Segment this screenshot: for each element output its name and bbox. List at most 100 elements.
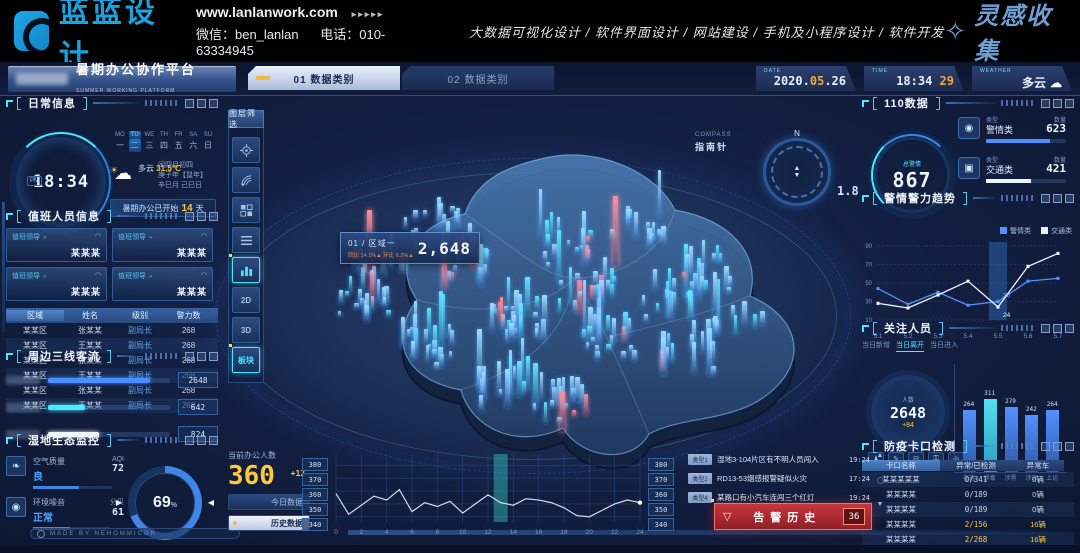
close-icon[interactable]: ◠	[201, 271, 207, 279]
layer-button-3D[interactable]: 3D	[232, 317, 260, 343]
follow-tab[interactable]: 当日新增	[862, 340, 890, 352]
alert-row[interactable]: 类型2RD13-53烟感报警疑似火灾17:24	[688, 471, 870, 486]
dots-decor	[1001, 325, 1035, 331]
layer-button-locate[interactable]	[232, 137, 260, 163]
close-icon[interactable]: ◠	[95, 232, 101, 240]
arrow-left-icon[interactable]: ▶	[116, 498, 122, 507]
data-bar	[338, 311, 341, 317]
table-row: 某某区张某某副局长268	[6, 323, 218, 338]
layer-button-list[interactable]	[232, 227, 260, 253]
duty-card[interactable]: 值班领导»◠某某某	[6, 228, 107, 262]
alert-type-badge: 类型4	[688, 492, 712, 503]
arrow-right-icon[interactable]: ◀	[208, 498, 214, 507]
scroll-down-icon[interactable]: ▼	[877, 501, 884, 508]
legend-item[interactable]: 警情类	[1000, 226, 1031, 236]
today-data-button[interactable]: 今日数据	[228, 494, 310, 510]
scroll-dot-icon[interactable]	[877, 477, 884, 484]
panel-header: 110数据	[862, 95, 1074, 111]
data-bar	[358, 289, 362, 304]
svg-text:2: 2	[360, 529, 364, 536]
panel-controls[interactable]	[185, 352, 218, 361]
signal-icon	[240, 174, 253, 187]
layer-button-signal[interactable]	[232, 167, 260, 193]
panel-controls[interactable]	[1041, 99, 1074, 108]
panel-controls[interactable]	[185, 99, 218, 108]
flow-bar	[48, 378, 150, 383]
count-value: 623	[1046, 122, 1066, 135]
data-bar	[700, 276, 704, 291]
history-data-button[interactable]: 历史数据	[228, 515, 310, 531]
data-bar	[479, 395, 483, 411]
platform-title: 暑期办公协作平台 SUMMER WORKING PLATFORM	[8, 66, 236, 92]
layer-button-grid[interactable]	[232, 197, 260, 223]
alert-history-banner[interactable]: ▽ 告警历史 36	[714, 503, 872, 530]
data-bar	[644, 314, 648, 322]
follow-tabs: 当日新增当日离开当日进入	[862, 340, 1074, 352]
follow-tab[interactable]: 当日离开	[896, 340, 924, 352]
svg-text:70: 70	[865, 263, 872, 269]
duty-role: 值班领导»◠	[12, 232, 101, 242]
close-icon[interactable]: ◠	[95, 271, 101, 279]
dots-decor	[1001, 100, 1035, 106]
weekday-en: FR	[173, 131, 185, 139]
compass[interactable]: N ▲▼	[763, 138, 831, 206]
dots-decor	[145, 100, 179, 106]
layer-button-chart[interactable]	[232, 257, 260, 283]
divider	[117, 355, 139, 357]
table-cell: 268	[164, 326, 213, 335]
inspiration-collect[interactable]: ✧ 灵感收集	[944, 0, 1062, 66]
data-bar	[550, 400, 554, 408]
data-bar	[582, 329, 586, 339]
map-3d-view[interactable]: 01 / 区域一 同比 14.1%▲ 环比 6.2%▲ 2,648 COMPAS…	[215, 92, 865, 512]
layer-button-2D[interactable]: 2D	[232, 287, 260, 313]
panel-header: 日常信息	[6, 95, 218, 111]
layer-button-板块[interactable]: 板块	[232, 347, 260, 373]
duty-card[interactable]: 值班领导»◠某某某	[6, 267, 107, 301]
data-bar	[525, 277, 530, 316]
duty-card[interactable]: 值班领导»◠某某某	[112, 228, 213, 262]
alert-row[interactable]: 类型1湿地3-104片区有不明人员闯入19:24	[688, 452, 870, 467]
data-bar	[454, 211, 457, 221]
chevron-right-icon: »	[149, 235, 152, 241]
count-value: 2648	[890, 404, 926, 422]
site-url[interactable]: www.lanlanwork.com	[196, 4, 338, 20]
follow-tab[interactable]: 当日进入	[930, 340, 958, 352]
duty-card[interactable]: 值班领导»◠某某某	[112, 267, 213, 301]
data-bar	[482, 372, 485, 388]
data-bar	[509, 323, 514, 340]
gate-table: 卡口名称异常/已检测异常车某某某某某0/3410辆某某某某0/1890辆某某某某…	[862, 458, 1074, 547]
data-bar	[569, 267, 573, 304]
alert-type-badge: 类型1	[688, 454, 712, 465]
panel-controls[interactable]	[185, 436, 218, 445]
svg-text:50: 50	[865, 281, 872, 287]
tab-data-category-1[interactable]: 01 数据类别	[248, 66, 400, 90]
panel-controls[interactable]	[1041, 442, 1074, 451]
legend-item[interactable]: 交通类	[1041, 226, 1072, 236]
sparkle-icon: ✧	[944, 16, 966, 47]
panel-controls[interactable]	[185, 212, 218, 221]
eco-label: 空气质量	[33, 456, 112, 467]
gate-cars: 0辆	[1012, 489, 1064, 500]
data-bar	[377, 279, 380, 305]
data-bar	[570, 376, 574, 404]
data-bar	[483, 248, 487, 265]
duty-role: 值班领导»◠	[118, 232, 207, 242]
scroll-up-icon[interactable]: ▲	[877, 452, 884, 459]
tab-data-category-2[interactable]: 02 数据类别	[402, 66, 554, 90]
data-bar	[716, 245, 719, 262]
flow-label-redacted	[6, 403, 40, 412]
data-bar	[558, 298, 562, 313]
panel-controls[interactable]	[1041, 324, 1074, 333]
data-bar	[606, 280, 610, 291]
progress-track	[986, 179, 1066, 183]
flow-value: 642	[178, 399, 218, 415]
bracket-decor	[936, 97, 940, 110]
map-tooltip[interactable]: 01 / 区域一 同比 14.1%▲ 环比 6.2%▲ 2,648	[340, 232, 480, 264]
police-type-row: ▣类型交通类数量421	[958, 155, 1066, 189]
panel-controls[interactable]	[1041, 194, 1074, 203]
data-bar	[701, 331, 704, 353]
gate-cars: 16辆	[1012, 534, 1064, 545]
close-icon[interactable]: ◠	[201, 232, 207, 240]
panel-header: 关注人员	[862, 320, 1074, 336]
gauge-label: 总警情	[903, 159, 921, 168]
